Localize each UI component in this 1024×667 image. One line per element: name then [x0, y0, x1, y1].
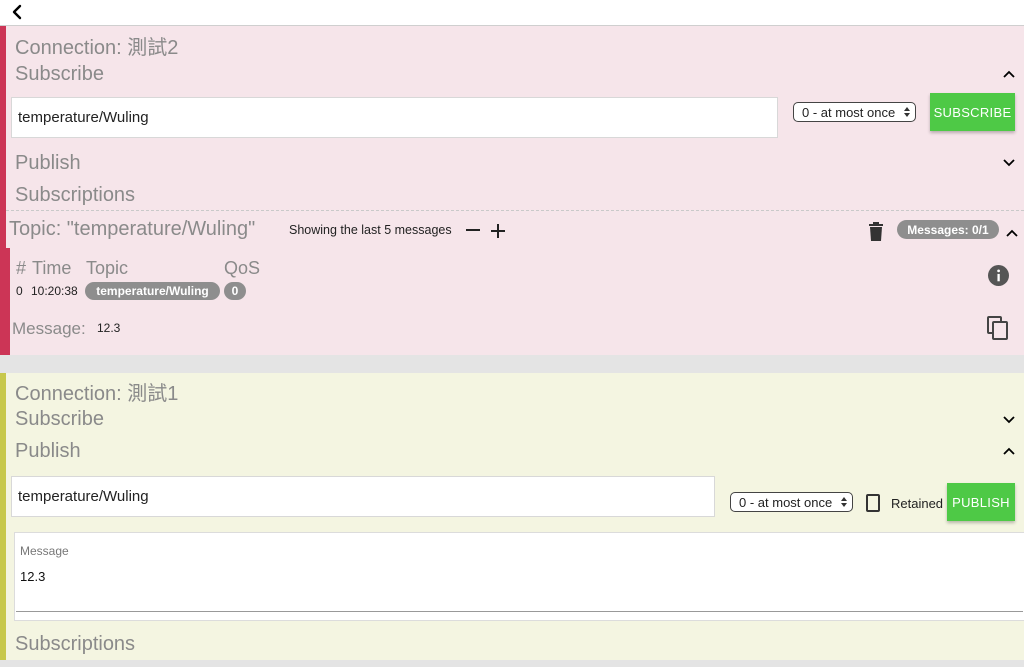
- divider: [6, 210, 1024, 211]
- subscriptions-section-header[interactable]: Subscriptions: [15, 633, 135, 656]
- copy-icon[interactable]: [987, 316, 1009, 340]
- retained-checkbox[interactable]: [866, 494, 880, 512]
- minus-icon[interactable]: [465, 223, 481, 237]
- messages-count-badge: Messages: 0/1: [897, 220, 999, 239]
- column-header-index: #: [16, 258, 27, 278]
- connection-title: Connection: 測試1: [15, 383, 179, 405]
- subscribe-section-header[interactable]: Subscribe: [15, 408, 104, 431]
- retained-label: Retained: [891, 496, 944, 511]
- publish-qos-select[interactable]: 0 - at most once: [730, 492, 853, 512]
- column-header-qos: QoS: [224, 258, 261, 278]
- message-topic-badge: temperature/Wuling: [85, 282, 220, 300]
- publish-section-header[interactable]: Publish: [15, 440, 81, 463]
- message-label: Message:: [12, 319, 86, 338]
- qos-select-value: 0 - at most once: [802, 104, 896, 120]
- connection-panel-2: Connection: 測試1 Subscribe Publish temper…: [0, 373, 1024, 660]
- subscribe-button[interactable]: SUBSCRIBE: [930, 93, 1015, 131]
- subscribe-section-header[interactable]: Subscribe: [15, 63, 104, 86]
- subscribe-qos-select[interactable]: 0 - at most once: [793, 102, 916, 122]
- qos-select-value: 0 - at most once: [739, 494, 833, 510]
- chevron-left-icon[interactable]: [10, 3, 26, 21]
- subscriptions-section-header[interactable]: Subscriptions: [15, 184, 135, 207]
- message-field-value: 12.3: [20, 569, 46, 584]
- subscribe-topic-input[interactable]: temperature/Wuling: [11, 97, 778, 138]
- publish-section-header[interactable]: Publish: [15, 152, 81, 175]
- column-header-topic: Topic: [86, 258, 129, 278]
- message-field-underline: [16, 611, 1023, 612]
- message-field-label: Message: [20, 544, 69, 558]
- connection-title: Connection: 測試2: [15, 37, 179, 59]
- chevron-down-icon[interactable]: [1003, 159, 1015, 167]
- chevron-down-icon[interactable]: [1003, 416, 1015, 424]
- subscription-accent-bar: [6, 248, 10, 355]
- publish-button[interactable]: PUBLISH: [947, 483, 1015, 521]
- topic-header: Topic: "temperature/Wuling": [9, 218, 256, 240]
- trash-icon[interactable]: [868, 222, 884, 241]
- message-qos-badge: 0: [224, 282, 246, 300]
- message-time: 10:20:38: [31, 284, 78, 298]
- publish-message-field[interactable]: Message 12.3: [14, 532, 1024, 621]
- select-arrows-icon: [841, 497, 847, 507]
- message-value: 12.3: [97, 321, 121, 335]
- select-arrows-icon: [904, 107, 910, 117]
- column-header-time: Time: [32, 258, 72, 278]
- showing-messages-text: Showing the last 5 messages: [289, 223, 452, 237]
- plus-icon[interactable]: [490, 223, 506, 239]
- chevron-up-icon[interactable]: [1003, 70, 1015, 78]
- publish-topic-input[interactable]: temperature/Wuling: [11, 476, 715, 517]
- message-index: 0: [16, 284, 23, 298]
- chevron-up-icon[interactable]: [1003, 447, 1015, 455]
- chevron-up-icon[interactable]: [1006, 229, 1018, 237]
- connection-panel-1: Connection: 測試2 Subscribe temperature/Wu…: [0, 26, 1024, 355]
- info-icon[interactable]: [988, 265, 1009, 286]
- top-bar: [0, 0, 1024, 26]
